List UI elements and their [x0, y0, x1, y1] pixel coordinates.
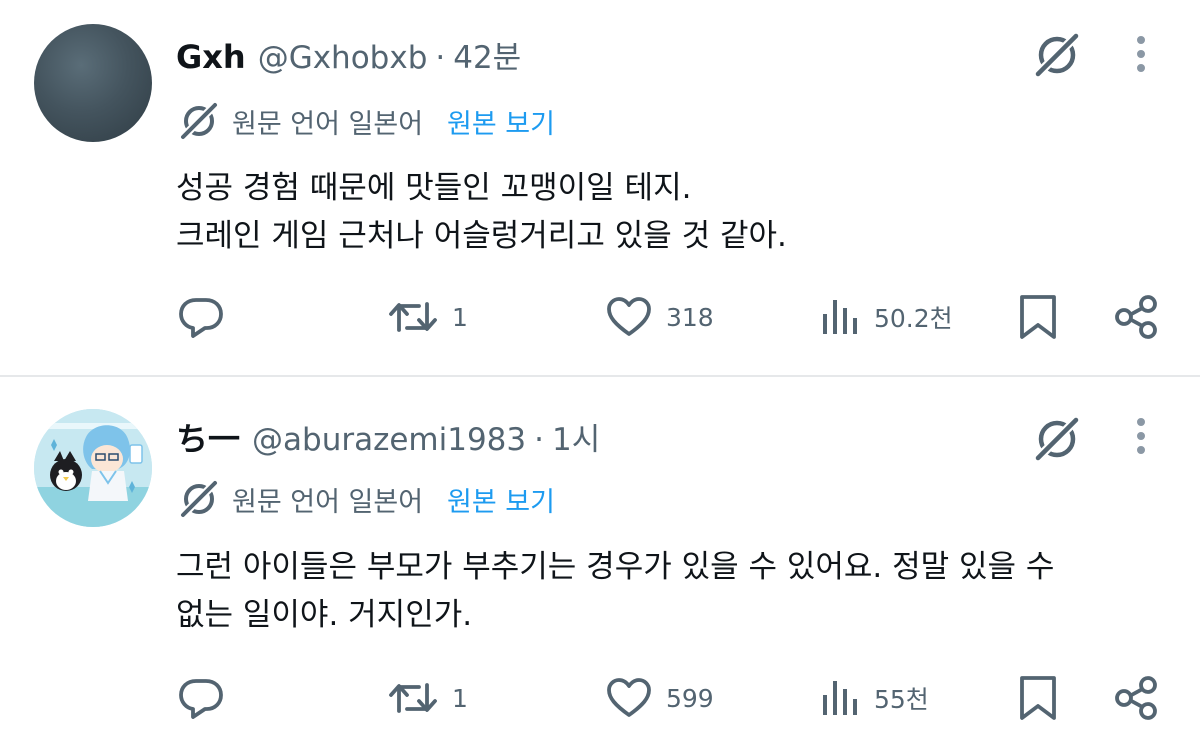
share-button[interactable] [1112, 673, 1162, 723]
grok-icon[interactable] [1030, 412, 1084, 466]
like-button[interactable]: 599 [604, 673, 714, 723]
timestamp[interactable]: 1시 [552, 414, 600, 459]
tweet-text: 성공 경험 때문에 맛들인 꼬맹이일 테지. 크레인 게임 근처나 어슬렁거리고… [176, 164, 787, 260]
share-icon [1115, 676, 1157, 720]
avatar[interactable] [34, 24, 152, 142]
like-count: 318 [666, 302, 714, 332]
retweet-count: 1 [452, 302, 468, 332]
translation-notice: 원문 언어 일본어 원본 보기 [176, 98, 555, 144]
tweet-text-line: 크레인 게임 근처나 어슬렁거리고 있을 것 같아. [176, 218, 787, 254]
tweet-header: Gxh @Gxhobxb · 42분 [176, 32, 521, 77]
bookmark-icon [1020, 676, 1056, 720]
translation-notice: 원문 언어 일본어 원본 보기 [176, 476, 555, 522]
views-button[interactable]: 55천 [818, 673, 929, 723]
tweet-text-line: 성공 경험 때문에 맛들인 꼬맹이일 테지. [176, 170, 692, 206]
tweet-text-line: 없는 일이야. 거지인가. [176, 597, 473, 633]
grok-icon[interactable] [1030, 28, 1084, 82]
display-name[interactable]: ち一 [176, 414, 240, 460]
tweet-text-line: 그런 아이들은 부모가 부추기는 경우가 있을 수 있어요. 정말 있을 수 [176, 549, 1055, 585]
translation-label: 원문 언어 일본어 [232, 108, 424, 140]
show-original-link[interactable]: 원본 보기 [447, 480, 555, 519]
more-vertical-icon[interactable] [1126, 30, 1156, 80]
more-vertical-icon[interactable] [1126, 412, 1156, 462]
display-name[interactable]: Gxh [176, 38, 246, 76]
retweet-button[interactable]: 1 [386, 292, 468, 342]
reply-button[interactable] [176, 292, 226, 342]
views-button[interactable]: 50.2천 [818, 292, 953, 342]
like-button[interactable]: 318 [604, 292, 714, 342]
share-button[interactable] [1112, 292, 1162, 342]
user-handle[interactable]: @aburazemi1983 [252, 422, 526, 458]
views-icon [823, 300, 857, 334]
retweet-count: 1 [452, 683, 468, 713]
show-original-link[interactable]: 원본 보기 [447, 102, 555, 141]
bookmark-button[interactable] [1016, 673, 1060, 723]
views-icon [823, 681, 857, 715]
tweet-text: 그런 아이들은 부모가 부추기는 경우가 있을 수 있어요. 정말 있을 수 없… [176, 543, 1054, 639]
share-icon [1115, 295, 1157, 339]
reply-button[interactable] [176, 673, 226, 723]
separator-dot: · [534, 422, 544, 458]
like-icon [607, 678, 651, 717]
avatar-illustration [34, 409, 152, 527]
retweet-icon [389, 683, 437, 713]
separator-dot: · [435, 40, 446, 76]
bookmark-icon [1020, 295, 1056, 339]
bookmark-button[interactable] [1016, 292, 1060, 342]
retweet-button[interactable]: 1 [386, 673, 468, 723]
tweet[interactable]: Gxh @Gxhobxb · 42분 원문 언어 일본어 원본 보기 성공 경험… [0, 0, 1200, 376]
views-count: 55천 [874, 685, 929, 714]
user-handle[interactable]: @Gxhobxb [258, 40, 428, 76]
tweet[interactable]: ち一 @aburazemi1983 · 1시 원문 언어 일본어 원본 보기 그… [0, 376, 1200, 735]
tweet-header: ち一 @aburazemi1983 · 1시 [176, 414, 600, 460]
translate-icon [178, 478, 220, 520]
like-count: 599 [666, 683, 714, 713]
views-count: 50.2천 [874, 304, 953, 333]
translate-icon [178, 100, 220, 142]
avatar[interactable] [34, 409, 152, 527]
reply-icon [179, 679, 223, 719]
translation-label: 원문 언어 일본어 [232, 486, 424, 518]
retweet-icon [389, 302, 437, 332]
like-icon [607, 297, 651, 336]
timestamp[interactable]: 42분 [453, 32, 521, 77]
reply-icon [179, 298, 223, 338]
